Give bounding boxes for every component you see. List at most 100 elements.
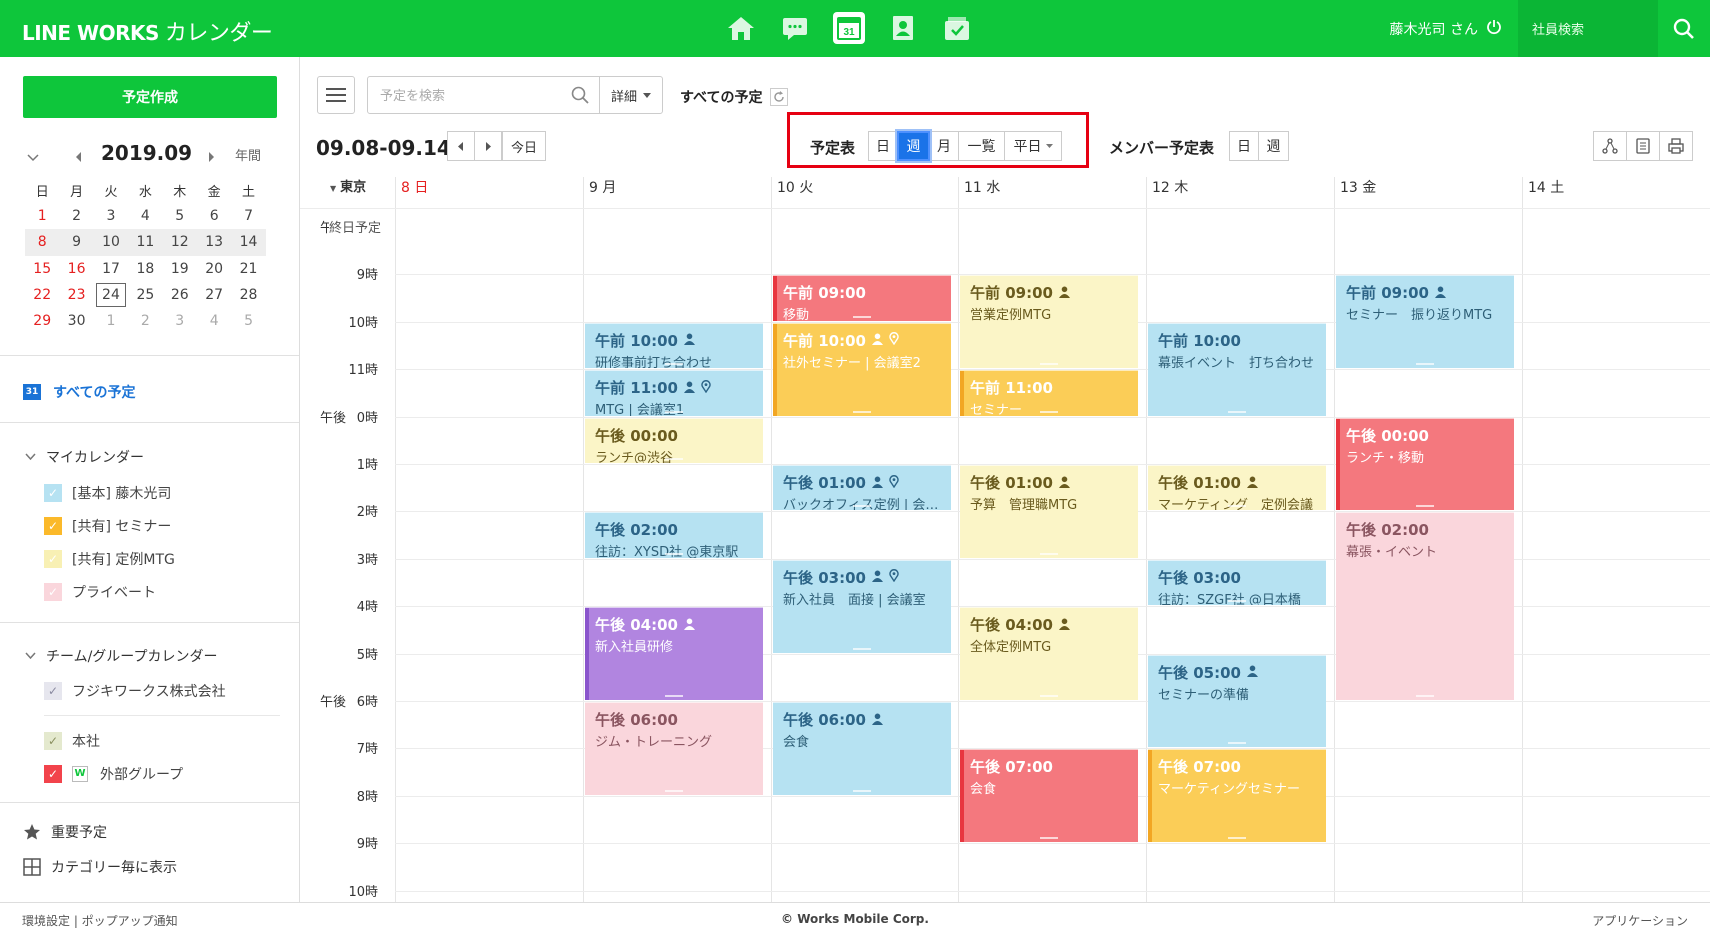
checkbox-icon[interactable]: ✓ bbox=[44, 484, 62, 502]
calendar-event[interactable]: 午後 00:00 ランチ・移動 bbox=[1336, 417, 1514, 511]
calendar-event[interactable]: 午後 06:00 会食 bbox=[773, 702, 951, 795]
checkbox-icon[interactable]: ✓ bbox=[44, 550, 62, 568]
resize-handle[interactable] bbox=[853, 505, 871, 508]
mini-calendar-day[interactable]: 23 bbox=[59, 282, 93, 308]
calendar-item[interactable]: ✓ [共有] 定例MTG bbox=[44, 549, 175, 569]
event-search-input[interactable] bbox=[380, 87, 560, 103]
resize-handle[interactable] bbox=[853, 410, 871, 413]
resize-handle[interactable] bbox=[1416, 505, 1434, 508]
day-header[interactable]: 9 月 bbox=[583, 177, 771, 208]
resize-handle[interactable] bbox=[1228, 410, 1246, 413]
resize-handle[interactable] bbox=[1040, 694, 1058, 697]
checkbox-icon[interactable]: ✓ bbox=[44, 732, 62, 750]
employee-search-input[interactable]: 社員検索 bbox=[1518, 0, 1658, 57]
mini-calendar-day[interactable]: 27 bbox=[197, 282, 231, 308]
calendar-event[interactable]: 午後 04:00 全体定例MTG bbox=[960, 607, 1138, 700]
calendar-event[interactable]: 午後 02:00 往訪：XYSD社 @東京駅 bbox=[585, 512, 763, 558]
calendar-event[interactable]: 午後 02:00 幕張・イベント bbox=[1336, 512, 1514, 700]
calendar-event[interactable]: 午前 10:00 幕張イベント 打ち合わせ bbox=[1148, 322, 1326, 416]
resize-handle[interactable] bbox=[1040, 363, 1058, 366]
logout-icon[interactable] bbox=[1486, 19, 1502, 39]
search-icon[interactable] bbox=[1658, 0, 1710, 57]
important-events-link[interactable]: 重要予定 bbox=[23, 822, 107, 842]
today-button[interactable]: 今日 bbox=[502, 131, 546, 161]
mini-calendar-day[interactable]: 15 bbox=[25, 256, 59, 282]
mini-calendar-day[interactable]: 4 bbox=[128, 203, 162, 229]
resize-handle[interactable] bbox=[665, 789, 683, 792]
calendar-event[interactable]: 午後 05:00 セミナーの準備 bbox=[1148, 654, 1326, 748]
user-name[interactable]: 藤木光司 さん bbox=[1390, 19, 1478, 39]
mini-calendar-day[interactable]: 26 bbox=[163, 282, 197, 308]
resize-handle[interactable] bbox=[1228, 837, 1246, 840]
resize-handle[interactable] bbox=[853, 315, 871, 318]
prev-week-button[interactable] bbox=[447, 131, 475, 161]
day-header[interactable]: 11 水 bbox=[958, 177, 1146, 208]
calendar-event[interactable]: 午後 06:00 ジム・トレーニング bbox=[585, 702, 763, 795]
day-header[interactable]: 8 日 bbox=[395, 177, 583, 208]
team-calendar-section[interactable]: チーム/グループカレンダー bbox=[25, 646, 217, 666]
app-brand[interactable]: LINE WORKS カレンダー bbox=[22, 15, 273, 47]
day-header[interactable]: 12 木 bbox=[1146, 177, 1334, 208]
mini-calendar-day[interactable]: 12 bbox=[162, 229, 197, 256]
calendar-icon[interactable]: 31 bbox=[833, 12, 865, 44]
calendar-item[interactable]: ✓ 本社 bbox=[44, 731, 100, 751]
resize-handle[interactable] bbox=[853, 647, 871, 650]
mini-calendar-day[interactable]: 20 bbox=[197, 256, 231, 282]
mini-calendar-day[interactable]: 25 bbox=[128, 282, 162, 308]
view-weekday-dropdown[interactable]: 平日 bbox=[1004, 131, 1062, 161]
drive-icon[interactable] bbox=[941, 12, 973, 44]
calendar-event[interactable]: 午後 07:00 会食 bbox=[960, 749, 1138, 843]
view-week-button[interactable]: 週 bbox=[897, 131, 930, 161]
resize-handle[interactable] bbox=[853, 789, 871, 792]
next-week-button[interactable] bbox=[474, 131, 502, 161]
my-calendar-section[interactable]: マイカレンダー bbox=[25, 447, 144, 467]
next-month-icon[interactable] bbox=[207, 147, 215, 166]
collapse-chevron-icon[interactable] bbox=[27, 147, 39, 166]
calendar-event[interactable]: 午前 09:00 営業定例MTG bbox=[960, 275, 1138, 369]
chat-icon[interactable] bbox=[779, 12, 811, 44]
calendar-event[interactable]: 午前 11:00 MTG | 会議室1 bbox=[585, 370, 763, 416]
share-icon[interactable] bbox=[1593, 131, 1627, 161]
mini-calendar-day[interactable]: 30 bbox=[59, 308, 93, 334]
mini-calendar-day[interactable]: 14 bbox=[231, 229, 266, 256]
mini-calendar-day[interactable]: 5 bbox=[163, 203, 197, 229]
view-month-button[interactable]: 月 bbox=[929, 131, 959, 161]
detail-search-dropdown[interactable]: 詳細 bbox=[599, 76, 663, 114]
contacts-icon[interactable] bbox=[887, 12, 919, 44]
mini-calendar-day[interactable]: 3 bbox=[163, 308, 197, 334]
create-event-button[interactable]: 予定作成 bbox=[23, 76, 277, 118]
calendar-item[interactable]: ✓ [共有] セミナー bbox=[44, 516, 171, 536]
resize-handle[interactable] bbox=[665, 363, 683, 366]
mini-calendar-day[interactable]: 3 bbox=[94, 203, 128, 229]
mini-calendar-day[interactable]: 9 bbox=[59, 229, 94, 256]
calendar-event[interactable]: 午後 01:00 予算 管理職MTG bbox=[960, 465, 1138, 558]
year-view-link[interactable]: 年間 bbox=[235, 145, 261, 164]
search-icon[interactable] bbox=[571, 86, 589, 108]
view-list-button[interactable]: 一覧 bbox=[958, 131, 1005, 161]
mini-calendar-day[interactable]: 28 bbox=[231, 282, 265, 308]
mini-calendar-day[interactable]: 19 bbox=[163, 256, 197, 282]
mini-calendar-day[interactable]: 29 bbox=[25, 308, 59, 334]
calendar-event[interactable]: 午後 00:00 ランチ@渋谷 bbox=[585, 417, 763, 463]
mini-calendar-day[interactable]: 16 bbox=[59, 256, 93, 282]
mini-calendar-day[interactable]: 4 bbox=[197, 308, 231, 334]
calendar-event[interactable]: 午後 01:00 バックオフィス定例 | 会議室 bbox=[773, 465, 951, 511]
mini-calendar-day[interactable]: 7 bbox=[231, 203, 265, 229]
resize-handle[interactable] bbox=[665, 694, 683, 697]
mini-calendar-day[interactable]: 5 bbox=[231, 308, 265, 334]
mini-calendar-day[interactable]: 10 bbox=[93, 229, 129, 256]
mini-calendar-day[interactable]: 11 bbox=[128, 229, 163, 256]
prev-month-icon[interactable] bbox=[75, 147, 83, 166]
all-schedules-link[interactable]: 31 すべての予定 bbox=[23, 382, 135, 402]
print-icon[interactable] bbox=[1659, 131, 1693, 161]
mini-calendar-day[interactable]: 8 bbox=[25, 229, 60, 256]
checkbox-icon[interactable]: ✓ bbox=[44, 517, 62, 535]
resize-handle[interactable] bbox=[665, 457, 683, 460]
resize-handle[interactable] bbox=[1040, 837, 1058, 840]
member-week-button[interactable]: 週 bbox=[1258, 131, 1289, 161]
mini-calendar-today[interactable]: 24 bbox=[94, 282, 128, 308]
calendar-item[interactable]: ✓ フジキワークス株式会社 bbox=[44, 681, 226, 701]
calendar-event[interactable]: 午前 11:00 セミナー bbox=[960, 370, 1138, 416]
sync-icon[interactable] bbox=[1626, 131, 1660, 161]
mini-calendar-day[interactable]: 2 bbox=[59, 203, 93, 229]
